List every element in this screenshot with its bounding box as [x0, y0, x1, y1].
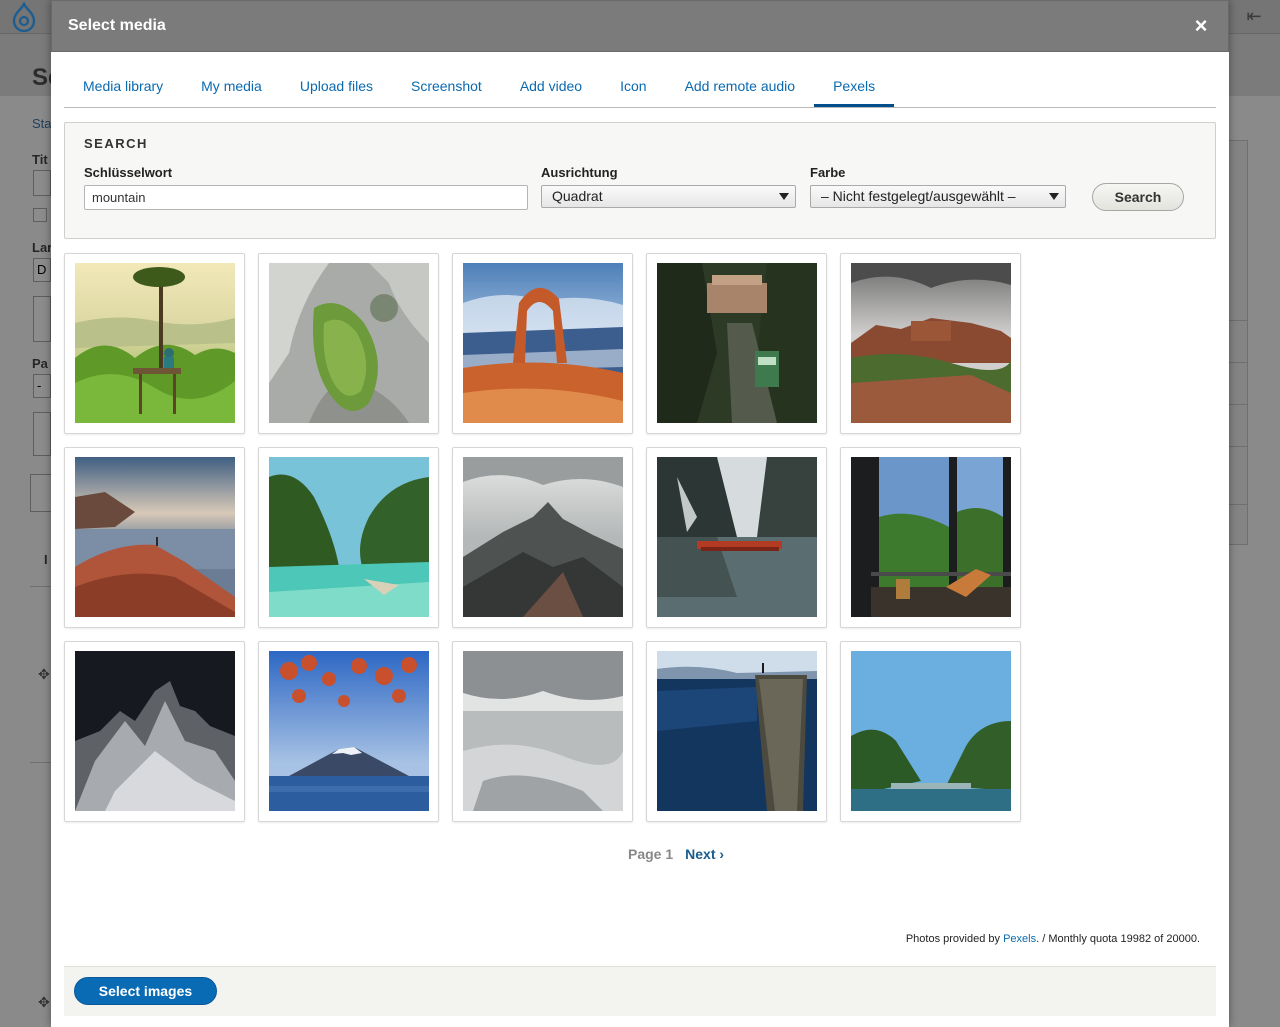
pexels-credit: Photos provided by Pexels. / Monthly quo… — [906, 933, 1200, 945]
media-source-tabs: Media library My media Upload files Scre… — [64, 66, 1216, 108]
result-card[interactable] — [840, 641, 1021, 822]
tab-icon[interactable]: Icon — [601, 66, 665, 107]
result-thumbnail — [657, 263, 817, 423]
tab-add-video[interactable]: Add video — [501, 66, 601, 107]
result-thumbnail — [269, 457, 429, 617]
close-icon[interactable]: × — [1190, 13, 1212, 39]
result-thumbnail — [657, 457, 817, 617]
background-language-select: D — [33, 258, 51, 282]
orientation-select[interactable]: Quadrat — [541, 185, 796, 208]
background-item-label: I — [44, 552, 48, 567]
credit-prefix: Photos provided by — [905, 933, 1004, 945]
result-thumbnail — [851, 263, 1011, 423]
result-card[interactable] — [452, 447, 633, 628]
search-legend: SEARCH — [84, 136, 148, 151]
background-fieldset — [30, 474, 52, 512]
dropdown-arrow-icon — [1049, 193, 1059, 200]
result-thumbnail — [269, 651, 429, 811]
tab-add-remote-audio[interactable]: Add remote audio — [666, 66, 815, 107]
background-title-field — [33, 170, 51, 196]
background-divider — [1226, 446, 1248, 447]
result-card[interactable] — [258, 641, 439, 822]
pager-current-page: Page 1 — [628, 846, 674, 862]
tab-pexels[interactable]: Pexels — [814, 66, 895, 107]
result-card[interactable] — [646, 447, 827, 628]
background-divider — [30, 762, 52, 763]
background-divider — [30, 586, 52, 587]
background-checkbox — [33, 208, 47, 222]
background-language-value: D — [37, 262, 47, 277]
pager: Page 1 Next › — [628, 846, 724, 862]
dialog-titlebar: Select media × — [51, 0, 1229, 52]
result-card[interactable] — [840, 447, 1021, 628]
select-media-dialog: Select media × Media library My media Up… — [51, 0, 1229, 1027]
orientation-label: Ausrichtung — [541, 165, 618, 180]
background-page-select: - — [33, 374, 51, 398]
result-card[interactable] — [64, 447, 245, 628]
color-label: Farbe — [810, 165, 846, 180]
result-card[interactable] — [452, 253, 633, 434]
result-thumbnail — [75, 263, 235, 423]
background-page-value: - — [37, 378, 42, 393]
result-card[interactable] — [452, 641, 633, 822]
background-divider — [1226, 504, 1248, 505]
tab-media-library[interactable]: Media library — [64, 66, 182, 107]
background-divider — [1226, 404, 1248, 405]
tab-upload-files[interactable]: Upload files — [281, 66, 392, 107]
result-thumbnail — [463, 263, 623, 423]
result-thumbnail — [851, 457, 1011, 617]
credit-quota: . / Monthly quota 19982 of 20000. — [1036, 933, 1200, 945]
keyword-input[interactable] — [84, 185, 528, 210]
result-thumbnail — [657, 651, 817, 811]
background-drag-icon: ✥ — [38, 666, 50, 682]
result-thumbnail — [851, 651, 1011, 811]
result-card[interactable] — [840, 253, 1021, 434]
background-textarea — [33, 296, 51, 342]
pager-next-link[interactable]: Next › — [685, 846, 724, 862]
background-status-link: Sta — [32, 116, 52, 131]
result-card[interactable] — [646, 641, 827, 822]
color-value: – Nicht festgelegt/ausgewählt – — [821, 188, 1016, 204]
tab-my-media[interactable]: My media — [182, 66, 281, 107]
tab-screenshot[interactable]: Screenshot — [392, 66, 501, 107]
background-language-label: Lar — [32, 240, 53, 255]
result-card[interactable] — [64, 641, 245, 822]
background-sidebar-card — [1226, 140, 1248, 545]
result-thumbnail — [463, 457, 623, 617]
search-button[interactable]: Search — [1092, 183, 1184, 211]
color-select[interactable]: – Nicht festgelegt/ausgewählt – — [810, 185, 1066, 208]
result-card[interactable] — [646, 253, 827, 434]
background-divider — [1226, 320, 1248, 321]
result-card[interactable] — [258, 253, 439, 434]
background-page-label: Pa — [32, 356, 48, 371]
dialog-title: Select media — [68, 17, 166, 34]
result-thumbnail — [75, 651, 235, 811]
orientation-value: Quadrat — [552, 188, 603, 204]
result-thumbnail — [269, 263, 429, 423]
background-divider — [1226, 362, 1248, 363]
search-fieldset: SEARCH Schlüsselwort Ausrichtung Quadrat… — [64, 122, 1216, 239]
result-card[interactable] — [258, 447, 439, 628]
sidebar-toggle-icon: ⇤ — [1228, 2, 1280, 30]
result-thumbnail — [463, 651, 623, 811]
background-drag-icon: ✥ — [38, 994, 50, 1010]
pexels-link[interactable]: Pexels — [1003, 933, 1036, 945]
keyword-label: Schlüsselwort — [84, 165, 173, 180]
result-card[interactable] — [64, 253, 245, 434]
select-images-button[interactable]: Select images — [74, 977, 217, 1005]
dropdown-arrow-icon — [779, 193, 789, 200]
result-thumbnail — [75, 457, 235, 617]
background-title-label: Tit — [32, 152, 48, 167]
dialog-button-pane: Select images — [64, 966, 1216, 1016]
background-field-block — [33, 412, 51, 456]
drupal-logo-icon — [10, 0, 38, 33]
